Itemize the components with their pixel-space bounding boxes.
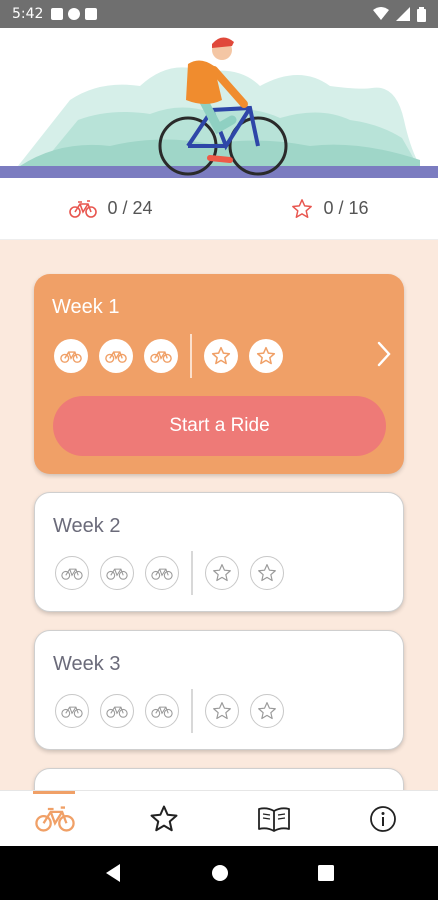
bike-icon: [151, 706, 173, 718]
star-icon: [258, 702, 276, 720]
bike-icon: [151, 568, 173, 580]
signal-icon: [396, 7, 410, 21]
bike-icon: [106, 568, 128, 580]
nav-stars[interactable]: [110, 791, 220, 846]
star-icon: [213, 702, 231, 720]
app-icon: [68, 8, 81, 20]
bike-icon: [105, 351, 127, 363]
chevron-right-icon[interactable]: [376, 340, 392, 368]
start-ride-button[interactable]: Start a Ride: [53, 396, 386, 456]
bike-icon: [150, 351, 172, 363]
week-title: Week 3: [53, 653, 121, 675]
star-icon: [213, 564, 231, 582]
bike-icon: [61, 568, 83, 580]
star-icon: [211, 346, 231, 365]
bike-icon: [35, 805, 75, 832]
badges-row: [55, 689, 295, 733]
home-icon[interactable]: [211, 864, 229, 882]
ride-badge: [55, 556, 89, 590]
bike-icon: [60, 351, 82, 363]
battery-icon: [417, 6, 426, 22]
ride-badge: [55, 694, 89, 728]
badge-divider: [191, 551, 193, 595]
bike-icon: [61, 706, 83, 718]
ride-badge: [145, 556, 179, 590]
nav-info[interactable]: [329, 791, 438, 846]
ride-badge: [54, 339, 88, 373]
recents-icon[interactable]: [317, 865, 334, 881]
nav-rides[interactable]: [0, 791, 110, 846]
ride-badge: [99, 339, 133, 373]
bottom-nav: [0, 790, 438, 846]
star-icon: [292, 198, 313, 218]
bike-icon: [69, 199, 98, 218]
stats-row: 0 / 24 0 / 16: [0, 178, 438, 240]
status-time: 5:42: [12, 6, 44, 22]
badges-row: [54, 334, 294, 378]
info-icon: [370, 805, 397, 832]
star-badge: [250, 556, 284, 590]
ride-badge: [100, 556, 134, 590]
road: [0, 166, 438, 178]
rides-count: 0 / 24: [107, 198, 153, 218]
wifi-icon: [373, 7, 389, 20]
ride-badge: [144, 339, 178, 373]
stars-stat: 0 / 16: [291, 198, 369, 220]
star-badge: [250, 694, 284, 728]
notification-icons: [51, 8, 98, 20]
rides-stat: 0 / 24: [69, 198, 153, 219]
stars-count: 0 / 16: [323, 198, 369, 218]
gallery-icon: [51, 8, 64, 20]
week-card-2[interactable]: Week 2: [34, 492, 404, 612]
hero-illustration: [0, 28, 438, 178]
system-nav-bar: [0, 846, 438, 900]
bike-icon: [106, 706, 128, 718]
star-icon: [150, 805, 178, 831]
star-icon: [256, 346, 276, 365]
star-icon: [258, 564, 276, 582]
back-icon[interactable]: [104, 863, 122, 883]
sd-card-icon: [85, 8, 98, 20]
badge-divider: [190, 334, 192, 378]
week-card-3[interactable]: Week 3: [34, 630, 404, 750]
status-bar: 5:42: [0, 0, 438, 28]
week-title: Week 2: [53, 515, 121, 537]
system-status-icons: [373, 6, 426, 22]
week-title: Week 1: [52, 296, 120, 318]
ride-badge: [100, 694, 134, 728]
badges-row: [55, 551, 295, 595]
star-badge: [249, 339, 283, 373]
ride-badge: [145, 694, 179, 728]
badge-divider: [191, 689, 193, 733]
nav-learn[interactable]: [219, 791, 329, 846]
book-icon: [257, 806, 290, 832]
star-badge: [205, 556, 239, 590]
star-badge: [205, 694, 239, 728]
week-card-1[interactable]: Week 1 Start a Ride: [34, 274, 404, 474]
star-badge: [204, 339, 238, 373]
